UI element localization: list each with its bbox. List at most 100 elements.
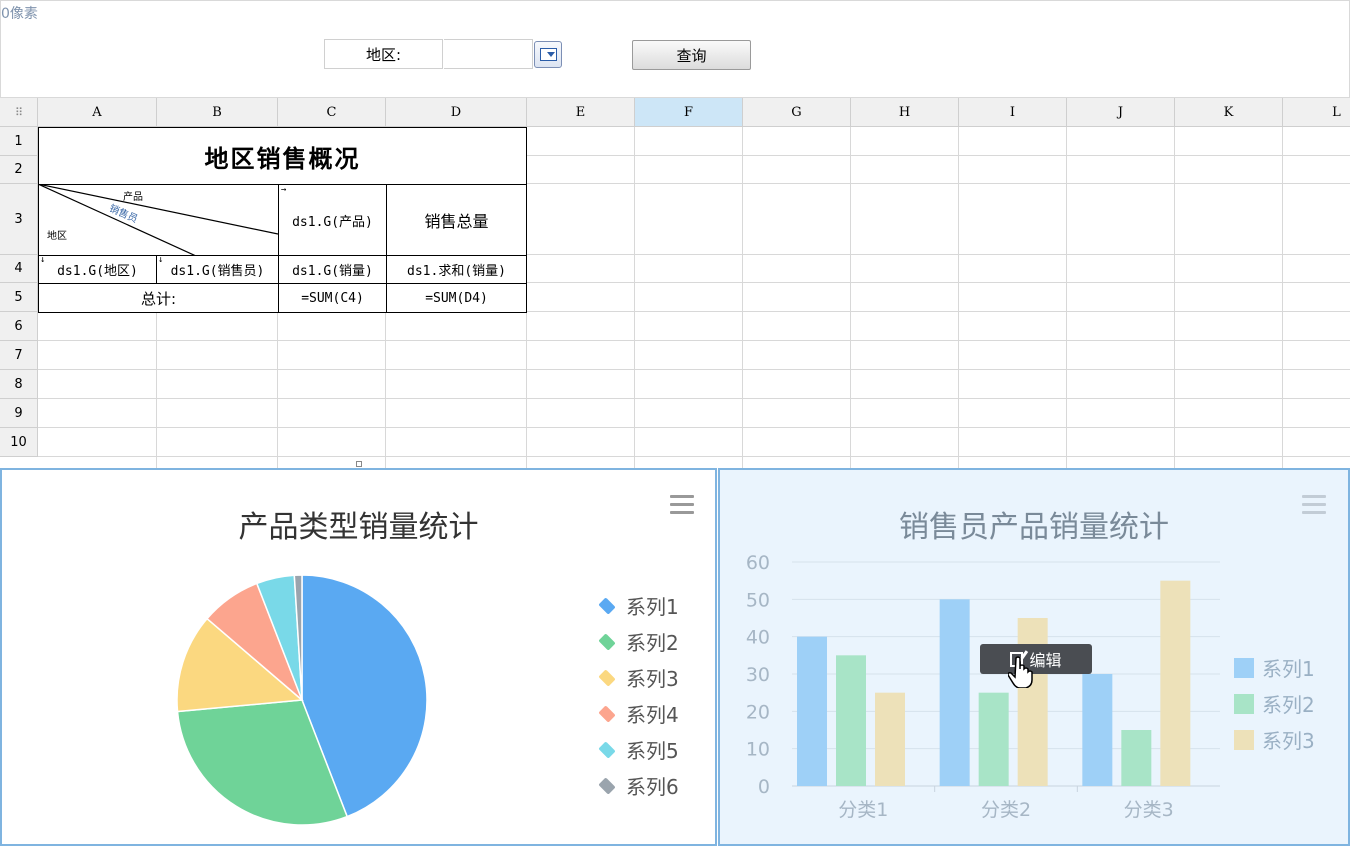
pie-legend-item[interactable]: 系列2 <box>598 627 679 656</box>
column-header[interactable]: G <box>743 98 851 127</box>
diag-region-label: 地区 <box>47 231 67 242</box>
column-header[interactable]: I <box>959 98 1067 127</box>
bar-1-3[interactable] <box>875 692 905 786</box>
bar-legend-item[interactable]: 系列2 <box>1234 689 1315 718</box>
bar-legend-item[interactable]: 系列3 <box>1234 725 1315 754</box>
legend-marker-icon <box>1234 657 1254 678</box>
row-header[interactable]: 4 <box>0 255 38 283</box>
pie-legend-item[interactable]: 系列3 <box>598 663 679 692</box>
pie-legend-item[interactable]: 系列4 <box>598 699 679 728</box>
region-dropdown-button[interactable] <box>534 41 562 68</box>
bar-chart: 0 10 20 30 40 50 60 分类1 分类2 分类3 <box>746 552 1220 821</box>
row-header[interactable]: 5 <box>0 283 38 312</box>
row-header[interactable]: 3 <box>0 184 38 255</box>
resize-handle[interactable] <box>356 461 362 467</box>
pie-chart-panel[interactable]: 产品类型销量统计 系列1 系列2 系列3 系列4 系列5 系列6 <box>0 468 717 846</box>
row-header[interactable]: 9 <box>0 399 38 428</box>
column-header[interactable]: C <box>278 98 386 127</box>
legend-label: 系列1 <box>626 595 679 619</box>
bar-chart-panel[interactable]: 销售员产品销量统计 0 10 20 30 40 50 60 分类1 分类2 分类3 系列1 系列2 系… <box>718 468 1350 846</box>
cell-d3[interactable]: 销售总量 <box>386 184 527 256</box>
region-label: 地区: <box>324 39 443 69</box>
cell-c3[interactable]: → ds1.G(产品) <box>278 184 387 256</box>
grid-line <box>38 398 1350 399</box>
pie-chart-title: 产品类型销量统计 <box>238 510 479 545</box>
cell-c4[interactable]: ds1.G(销量) <box>278 255 387 284</box>
bar-3-3[interactable] <box>1160 580 1191 786</box>
legend-marker-icon <box>598 632 616 651</box>
cell-a4-text: ds1.G(地区) <box>57 264 138 279</box>
bar-3-1[interactable] <box>1082 674 1113 786</box>
edit-tooltip[interactable]: 编辑 <box>980 644 1092 674</box>
cell-a4[interactable]: ↓ ds1.G(地区) <box>38 255 157 284</box>
column-header[interactable]: E <box>527 98 635 127</box>
y-tick-label: 30 <box>746 664 770 686</box>
report-title[interactable]: 地区销售概况 <box>38 127 527 185</box>
y-tick-label: 60 <box>746 552 770 574</box>
legend-label: 系列6 <box>626 775 679 799</box>
diagonal-lines <box>39 185 278 255</box>
diag-product-label: 产品 <box>123 192 143 203</box>
column-header[interactable]: H <box>851 98 959 127</box>
column-header[interactable]: B <box>157 98 278 127</box>
grid-line <box>850 127 851 468</box>
pie-legend-item[interactable]: 系列5 <box>598 735 679 764</box>
row-header[interactable]: 1 <box>0 127 38 156</box>
bar-1-2[interactable] <box>836 655 866 786</box>
y-tick-label: 20 <box>746 701 770 723</box>
legend-marker-icon <box>1234 693 1254 714</box>
legend-label: 系列2 <box>1262 693 1315 717</box>
legend-label: 系列5 <box>626 739 679 763</box>
legend-label: 系列3 <box>1262 729 1315 753</box>
row-header[interactable]: 10 <box>0 428 38 457</box>
legend-marker-icon <box>1234 729 1254 750</box>
column-header[interactable]: J <box>1067 98 1175 127</box>
column-header[interactable]: D <box>386 98 527 127</box>
bar-2-1[interactable] <box>939 599 970 786</box>
row-header[interactable]: 7 <box>0 341 38 370</box>
hamburger-menu-icon[interactable] <box>670 495 694 519</box>
bar-3-2[interactable] <box>1121 730 1152 786</box>
column-header[interactable]: L <box>1283 98 1350 127</box>
legend-marker-icon <box>598 776 616 795</box>
y-tick-label: 50 <box>746 589 770 611</box>
bar-legend-item[interactable]: 系列1 <box>1234 653 1315 682</box>
expand-down-icon: ↓ <box>158 255 164 265</box>
pie-legend-item[interactable]: 系列6 <box>598 771 679 800</box>
pie-chart <box>176 574 428 826</box>
cell-a5-total[interactable]: 总计: <box>38 283 279 313</box>
bar-2-2[interactable] <box>978 692 1009 786</box>
row-header[interactable]: 6 <box>0 312 38 341</box>
cell-b4-text: ds1.G(销售员) <box>170 264 265 279</box>
legend-label: 系列3 <box>626 667 679 691</box>
diagonal-header-cell[interactable]: 产品 销售员 地区 <box>38 184 279 256</box>
pixel-size-label: 0像素 <box>1 6 38 22</box>
column-header[interactable]: A <box>38 98 157 127</box>
column-header[interactable]: F <box>635 98 743 127</box>
region-input[interactable] <box>444 39 533 69</box>
legend-marker-icon <box>598 740 616 759</box>
grid-line <box>38 456 1350 457</box>
cell-c3-text: ds1.G(产品) <box>292 214 373 230</box>
spreadsheet-grid: ⠿ ABCDEFGHIJKL 1 2 3 4 5 6 7 8 9 10 地区销售概况 产品 销售员… <box>0 98 1350 468</box>
cell-d5[interactable]: =SUM(D4) <box>386 283 527 313</box>
legend-label: 系列1 <box>1262 657 1315 681</box>
x-tick-label: 分类1 <box>838 799 888 821</box>
y-tick-label: 0 <box>758 776 770 798</box>
bar-1-1[interactable] <box>797 636 827 786</box>
cell-d4[interactable]: ds1.求和(销量) <box>386 255 527 284</box>
query-button[interactable]: 查询 <box>632 40 751 70</box>
hamburger-menu-icon[interactable] <box>1302 495 1326 519</box>
grid-line <box>38 340 1350 341</box>
cell-c5[interactable]: =SUM(C4) <box>278 283 387 313</box>
legend-label: 系列4 <box>626 703 679 727</box>
select-all-corner[interactable]: ⠿ <box>0 98 38 127</box>
grid-line <box>38 369 1350 370</box>
row-header[interactable]: 8 <box>0 370 38 399</box>
row-header[interactable]: 2 <box>0 156 38 184</box>
pie-legend-item[interactable]: 系列1 <box>598 591 679 620</box>
column-header[interactable]: K <box>1175 98 1283 127</box>
cell-b4[interactable]: ↓ ds1.G(销售员) <box>156 255 279 284</box>
edit-tooltip-label: 编辑 <box>1029 651 1062 670</box>
dropdown-arrow-icon <box>539 48 557 61</box>
